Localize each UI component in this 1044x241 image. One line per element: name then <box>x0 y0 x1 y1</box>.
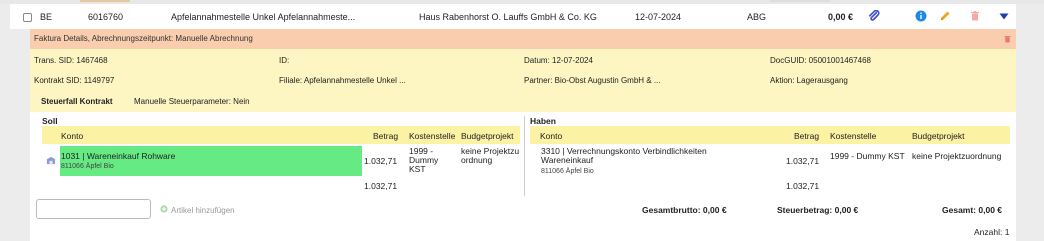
steuerfall-label: Steuerfall Kontrakt <box>41 97 113 106</box>
haben-budget: keine Projektzuordnung <box>912 151 1002 161</box>
haben-kostenstelle-header: Kostenstelle <box>830 131 877 141</box>
filiale: Filiale: Apfelannahmestelle Unkel ... <box>279 76 406 85</box>
haben-konto: 3310 | Verrechnungskonto Verbindlichkeit… <box>541 146 707 165</box>
gesamtbrutto: Gesamtbrutto: 0,00 € <box>642 205 727 215</box>
soll-kostenstelle-header: Kostenstelle <box>409 131 456 141</box>
warehouse-icon <box>46 156 56 165</box>
haben-betrag-header: Betrag <box>794 131 820 141</box>
haben-kostenstelle: 1999 - Dummy KST <box>830 151 905 161</box>
docguid: DocGUID: 05001001467468 <box>770 56 871 65</box>
paperclip-icon[interactable] <box>868 10 880 22</box>
soll-title: Soll <box>42 116 58 126</box>
aktion: Aktion: Lagerausgang <box>770 76 848 85</box>
column-divider <box>524 116 525 196</box>
soll-konto-sub: 811066 Äpfel Bio <box>61 163 114 170</box>
add-article-button[interactable]: Artikel hinzufügen <box>171 206 235 215</box>
details-header: Faktura Details, Abrechnungszeitpunkt: M… <box>30 29 1016 49</box>
gesamt: Gesamt: 0,00 € <box>942 205 1003 215</box>
kontrakt-sid: Kontrakt SID: 1149797 <box>34 76 115 85</box>
info-icon[interactable] <box>915 10 927 22</box>
row-location: Apfelannahmestelle Unkel Apfelannahmeste… <box>171 12 356 22</box>
soll-budget: keine Projektzuordnung <box>461 146 520 165</box>
haben-konto-header: Konto <box>540 131 563 141</box>
soll-total: 1.032,71 <box>364 181 398 191</box>
soll-table-header: Konto Betrag Kostenstelle Budgetprojekt <box>42 126 520 144</box>
haben-table-header: Konto Betrag Kostenstelle Budgetprojekt <box>530 126 1010 144</box>
row-amount: 0,00 € <box>828 12 854 22</box>
id-label: ID: <box>279 56 290 65</box>
anzahl: Anzahl: 1 <box>974 227 1010 237</box>
partner: Partner: Bio-Obst Augustin GmbH & ... <box>524 76 661 85</box>
soll-konto-header: Konto <box>61 131 84 141</box>
haben-konto-sub: 811066 Äpfel Bio <box>541 168 594 175</box>
details-meta: Trans. SID: 1467468 ID: Datum: 12-07-202… <box>30 49 1016 112</box>
haben-title: Haben <box>530 116 556 126</box>
details-header-text: Faktura Details, Abrechnungszeitpunkt: M… <box>34 34 253 43</box>
row-date: 12-07-2024 <box>635 12 682 22</box>
haben-betrag: 1.032,71 <box>786 156 820 166</box>
datum: Datum: 12-07-2024 <box>524 56 593 65</box>
soll-konto: 1031 | Wareneinkauf Rohware <box>61 151 176 161</box>
soll-betrag-header: Betrag <box>373 131 399 141</box>
soll-betrag: 1.032,71 <box>364 156 398 166</box>
table-row[interactable]: BE 6016760 Apfelannahmestelle Unkel Apfe… <box>10 4 1016 29</box>
pencil-icon[interactable] <box>939 10 951 22</box>
article-search-input[interactable] <box>36 199 151 219</box>
soll-budget-header: Budgetprojekt <box>461 131 514 141</box>
trans-sid: Trans. SID: 1467468 <box>34 56 108 65</box>
row-number: 6016760 <box>88 12 124 22</box>
trash-icon[interactable] <box>969 10 981 22</box>
chevron-down-icon[interactable] <box>998 10 1010 22</box>
details-trash-icon[interactable] <box>1003 34 1012 44</box>
steuerbetrag: Steuerbetrag: 0,00 € <box>777 205 859 215</box>
row-partner: Haus Rabenhorst O. Lauffs GmbH & Co. KG <box>419 12 597 22</box>
add-circle-icon[interactable] <box>160 205 168 213</box>
row-checkbox[interactable] <box>23 13 32 22</box>
haben-total: 1.032,71 <box>786 181 820 191</box>
soll-kostenstelle: 1999 - Dummy KST <box>409 146 439 174</box>
steuerparameter: Manuelle Steuerparameter: Nein <box>134 97 250 106</box>
haben-budget-header: Budgetprojekt <box>912 131 965 141</box>
row-type: BE <box>40 12 53 22</box>
row-code: ABG <box>747 12 767 22</box>
